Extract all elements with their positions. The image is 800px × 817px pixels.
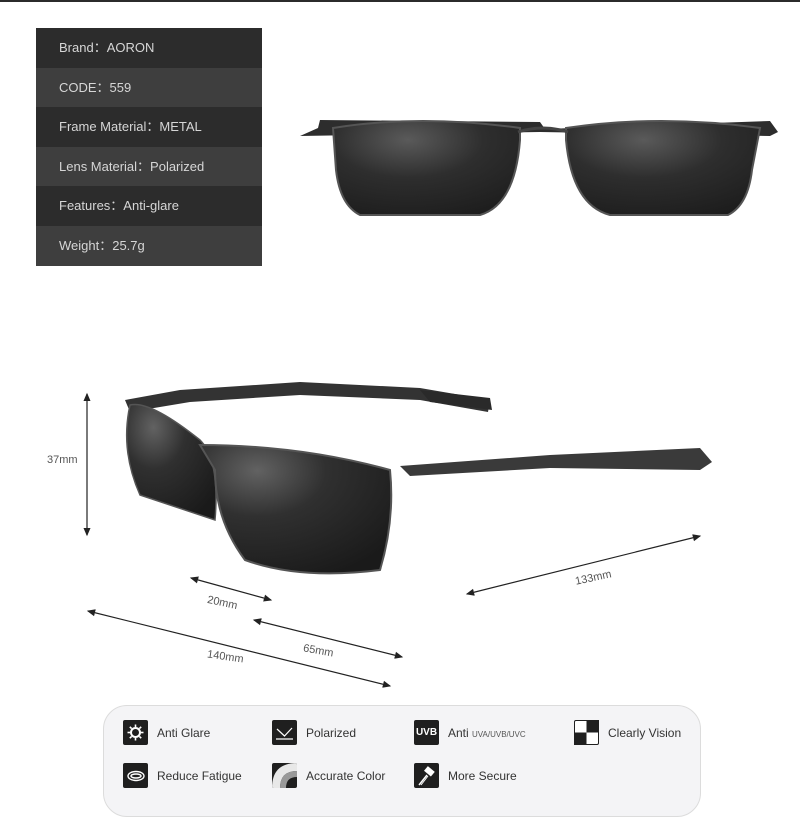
color-arc-icon [272, 763, 297, 788]
dimension-lines [83, 392, 702, 688]
feature-clearly-vision: Clearly Vision [574, 720, 681, 745]
feature-sublabel: UVA/UVB/UVC [472, 729, 526, 739]
feature-anti-glare: Anti Glare [123, 720, 210, 745]
dim-label-height: 37mm [47, 454, 78, 466]
feature-accurate-color: Accurate Color [272, 763, 385, 788]
feature-label: Anti UVA/UVB/UVC [448, 726, 526, 740]
feature-label: Polarized [306, 725, 357, 740]
feature-label: Anti Glare [157, 725, 211, 740]
feature-more-secure: More Secure [414, 763, 517, 788]
feature-label: More Secure [448, 768, 517, 783]
dim-line-frame-width [86, 609, 392, 688]
feature-label: Accurate Color [306, 768, 386, 783]
feature-reduce-fatigue: Reduce Fatigue [123, 763, 242, 788]
polarized-icon [272, 720, 297, 745]
feature-anti-uv: UVB Anti UVA/UVB/UVC [414, 720, 526, 745]
dim-line-bridge [189, 576, 273, 602]
sun-icon [123, 720, 148, 745]
feature-label-main: Anti [448, 725, 469, 740]
feature-label: Reduce Fatigue [157, 768, 242, 783]
hammer-icon [414, 763, 439, 788]
feature-polarized: Polarized [272, 720, 356, 745]
feature-label: Clearly Vision [608, 725, 682, 740]
uvb-icon: UVB [414, 720, 439, 745]
eye-icon [123, 763, 148, 788]
checker-icon [574, 720, 599, 745]
